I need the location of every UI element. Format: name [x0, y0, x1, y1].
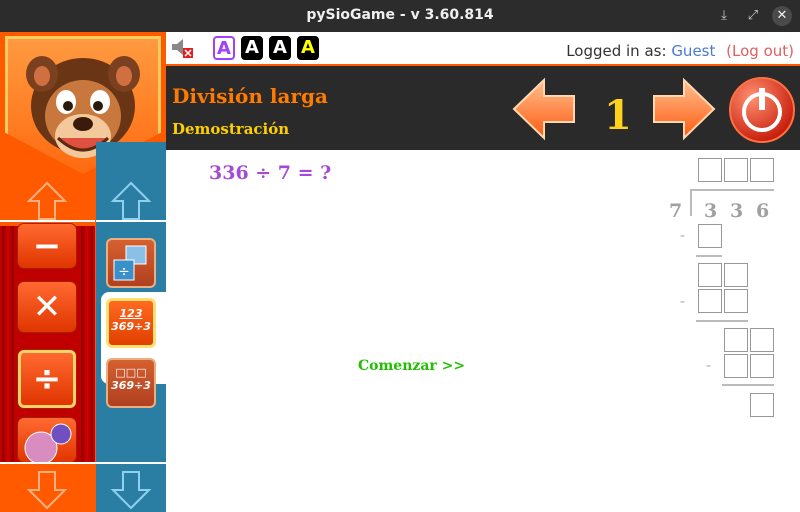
divisor: 7	[669, 200, 683, 222]
question-text: 336 ÷ 7 = ?	[209, 162, 332, 184]
subtraction-line	[696, 255, 722, 257]
dividend-digit: 3	[704, 200, 718, 222]
game-icon-label: 369÷3	[111, 379, 151, 392]
dividend-digit: 6	[756, 200, 770, 222]
game-subtitle: Demostración	[172, 120, 290, 138]
game-long-division-blank-button[interactable]: □□□ 369÷3	[106, 358, 156, 408]
download-icon[interactable]: ⤓	[714, 6, 734, 26]
work-cell[interactable]	[724, 328, 748, 352]
separator	[0, 462, 166, 464]
game-icon-label: 123	[119, 307, 143, 320]
top-bar: A A A A Logged in as: Guest (Log out)	[166, 32, 800, 64]
arrow-right-icon[interactable]	[650, 76, 716, 142]
power-icon[interactable]	[728, 76, 796, 144]
division-bracket	[690, 190, 692, 216]
scroll-down-left-button[interactable]	[0, 466, 94, 512]
divide-icon: ÷	[32, 359, 62, 399]
game-title: División larga	[172, 84, 328, 108]
quotient-cell[interactable]	[698, 158, 722, 182]
login-status: Logged in as: Guest (Log out)	[566, 42, 794, 60]
division-button[interactable]: ÷	[18, 350, 76, 408]
dividend-digit: 3	[730, 200, 744, 222]
left-panel: − ✕ ÷ ÷ 123 369÷3 □□□ 369÷3	[0, 32, 166, 512]
division-bar	[690, 189, 774, 191]
minus-sign: -	[680, 294, 686, 310]
svg-text:÷: ÷	[118, 264, 130, 280]
logged-in-label: Logged in as:	[566, 42, 667, 60]
font-size-button-4[interactable]: A	[297, 36, 319, 60]
subtraction-button[interactable]: −	[18, 224, 76, 268]
work-cell[interactable]	[724, 263, 748, 287]
username-link[interactable]: Guest	[671, 42, 715, 60]
arrow-up-icon	[110, 181, 152, 220]
multiplication-button[interactable]: ✕	[18, 282, 76, 332]
work-cell[interactable]	[698, 224, 722, 248]
sound-muted-icon[interactable]	[170, 37, 194, 59]
work-cell[interactable]	[698, 289, 722, 313]
arrow-down-icon	[110, 471, 152, 510]
font-size-button-1[interactable]: A	[213, 36, 235, 60]
game-area: 336 ÷ 7 = ? Comenzar >> 7 3 3 6 - - -	[166, 150, 800, 512]
work-cell[interactable]	[750, 354, 774, 378]
game-icon-label: □□□	[115, 366, 147, 379]
fractions-button[interactable]	[18, 418, 76, 462]
game-division-intro-button[interactable]: ÷	[106, 238, 156, 288]
window-titlebar: pySioGame - v 3.60.814 ⤓ ⤢ ✕	[0, 0, 800, 32]
font-size-button-2[interactable]: A	[241, 36, 263, 60]
remainder-cell[interactable]	[750, 393, 774, 417]
game-long-division-button[interactable]: 123 369÷3	[106, 298, 156, 348]
game-icon-label: 369÷3	[111, 320, 151, 333]
arrow-down-icon	[26, 471, 68, 510]
minus-sign: -	[706, 358, 712, 374]
level-number: 1	[604, 92, 632, 139]
pie-chart-icon	[24, 423, 72, 462]
division-cards-icon: ÷	[113, 245, 147, 281]
subtraction-line	[696, 320, 748, 322]
work-cell[interactable]	[724, 354, 748, 378]
game-header: División larga Demostración 1	[166, 64, 800, 150]
quotient-cell[interactable]	[750, 158, 774, 182]
work-cell[interactable]	[724, 289, 748, 313]
times-icon: ✕	[32, 287, 62, 327]
scroll-down-right-button[interactable]	[96, 466, 166, 512]
quotient-cell[interactable]	[724, 158, 748, 182]
decorative-stripe	[2, 226, 14, 464]
scroll-up-right-button[interactable]	[96, 177, 166, 225]
work-cell[interactable]	[698, 263, 722, 287]
arrow-up-icon	[26, 181, 68, 220]
maximize-icon[interactable]: ⤢	[743, 6, 763, 26]
close-icon[interactable]: ✕	[772, 6, 792, 26]
scroll-up-left-button[interactable]	[0, 177, 94, 225]
minus-sign: -	[680, 228, 686, 244]
subtraction-line	[722, 384, 774, 386]
start-link[interactable]: Comenzar >>	[358, 358, 465, 374]
operations-column: − ✕ ÷	[0, 224, 95, 464]
arrow-left-icon[interactable]	[512, 76, 578, 142]
logout-link[interactable]: (Log out)	[726, 42, 794, 60]
decorative-stripe	[81, 226, 93, 464]
minus-icon: −	[32, 226, 62, 266]
font-size-button-3[interactable]: A	[269, 36, 291, 60]
window-title: pySioGame - v 3.60.814	[306, 7, 494, 23]
work-cell[interactable]	[750, 328, 774, 352]
